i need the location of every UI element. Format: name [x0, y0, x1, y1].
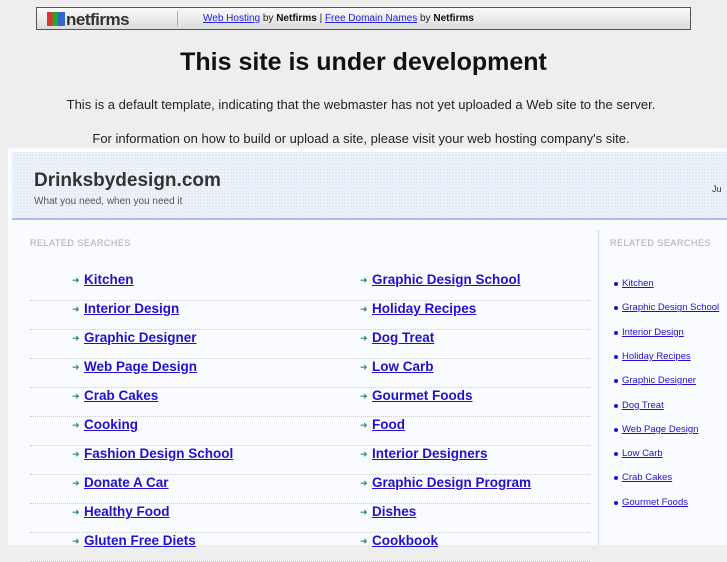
arrow-icon: ➜	[72, 536, 80, 546]
bullet-icon	[614, 403, 618, 408]
related-search-link[interactable]: Kitchen	[84, 272, 134, 287]
by-text: by	[420, 13, 431, 24]
sidebar-search-link[interactable]: Crab Cakes	[622, 472, 724, 483]
site-header: Drinksbydesign.com What you need, when y…	[12, 152, 727, 220]
related-search-row: ➜ Web Page Design ➜ Low Carb	[30, 359, 590, 388]
bullet-icon	[614, 500, 618, 505]
sidebar-search-link[interactable]: Gourmet Foods	[622, 497, 724, 508]
arrow-icon: ➜	[360, 449, 368, 459]
bullet-icon	[614, 452, 618, 457]
related-search-row: ➜ Graphic Designer ➜ Dog Treat	[30, 330, 590, 359]
related-search-link[interactable]: Holiday Recipes	[372, 301, 476, 316]
arrow-icon: ➜	[72, 478, 80, 488]
related-search-row: ➜ Fashion Design School ➜ Interior Designer…	[30, 446, 590, 475]
related-search-link[interactable]: Graphic Design Program	[372, 475, 531, 490]
sidebar-search-link[interactable]: Graphic Designer	[622, 375, 724, 386]
site-name[interactable]: Drinksbydesign.com	[34, 170, 221, 192]
related-search-link[interactable]: Dog Treat	[372, 330, 434, 345]
related-search-link[interactable]: Cookbook	[372, 533, 438, 548]
pipe: |	[319, 13, 323, 24]
netfirms-banner: netfirms Web Hosting by Netfirms | Free …	[36, 7, 691, 30]
free-domain-names-link[interactable]: Free Domain Names	[325, 13, 417, 24]
related-search-link[interactable]: Fashion Design School	[84, 446, 233, 461]
sidebar-search-link[interactable]: Low Carb	[622, 448, 724, 459]
related-search-link[interactable]: Web Page Design	[84, 359, 197, 374]
arrow-icon: ➜	[360, 391, 368, 401]
related-search-row: ➜ Kitchen ➜ Graphic Design School	[30, 272, 590, 301]
parked-page: Drinksbydesign.com What you need, when y…	[8, 148, 727, 562]
arrow-icon: ➜	[360, 420, 368, 430]
related-search-row: ➜ Healthy Food ➜ Dishes	[30, 504, 590, 533]
related-search-link[interactable]: Donate A Car	[84, 475, 169, 490]
related-search-link[interactable]: Crab Cakes	[84, 388, 158, 403]
related-search-link[interactable]: Dishes	[372, 504, 416, 519]
arrow-icon: ➜	[72, 304, 80, 314]
sidebar-related-label: RELATED SEARCHES	[610, 238, 711, 248]
netfirms-text: Netfirms	[276, 13, 317, 24]
logo-text: netfirms	[66, 10, 130, 29]
related-search-link[interactable]: Graphic Design School	[372, 272, 521, 287]
arrow-icon: ➜	[72, 362, 80, 372]
bullet-icon	[614, 330, 618, 335]
info-text: For information on how to build or uploa…	[92, 131, 630, 146]
netfirms-logo[interactable]: netfirms	[47, 10, 130, 30]
arrow-icon: ➜	[72, 420, 80, 430]
intro-text: This is a default template, indicating t…	[66, 97, 656, 112]
related-search-link[interactable]: Graphic Designer	[84, 330, 197, 345]
related-search-link[interactable]: Cooking	[84, 417, 138, 432]
sidebar-search-link[interactable]: Web Page Design	[622, 424, 724, 435]
related-search-link[interactable]: Gourmet Foods	[372, 388, 473, 403]
netfirms-logo-icon	[47, 12, 65, 26]
related-search-row: ➜ Interior Design ➜ Holiday Recipes	[30, 301, 590, 330]
related-search-row: ➜ Gluten Free Diets ➜ Cookbook	[30, 533, 590, 562]
by-text: by	[262, 13, 274, 24]
column-divider	[598, 230, 599, 545]
arrow-icon: ➜	[360, 507, 368, 517]
page-title: This site is under development	[180, 48, 547, 76]
related-search-link[interactable]: Food	[372, 417, 405, 432]
related-search-row: ➜ Cooking ➜ Food	[30, 417, 590, 446]
bullet-icon	[614, 476, 618, 481]
web-hosting-link[interactable]: Web Hosting	[203, 13, 260, 24]
sidebar-search-link[interactable]: Graphic Design School	[622, 302, 724, 313]
sidebar-search-link[interactable]: Interior Design	[622, 327, 724, 338]
arrow-icon: ➜	[360, 362, 368, 372]
arrow-icon: ➜	[360, 333, 368, 343]
bullet-icon	[614, 427, 618, 432]
arrow-icon: ➜	[72, 333, 80, 343]
banner-links: Web Hosting by Netfirms | Free Domain Na…	[203, 13, 474, 24]
date-text: Ju	[712, 184, 722, 194]
bullet-icon	[614, 354, 618, 359]
sidebar-search-link[interactable]: Dog Treat	[622, 400, 724, 411]
arrow-icon: ➜	[360, 536, 368, 546]
bullet-icon	[614, 306, 618, 311]
arrow-icon: ➜	[72, 275, 80, 285]
related-search-row: ➜ Donate A Car ➜ Graphic Design Program	[30, 475, 590, 504]
arrow-icon: ➜	[360, 304, 368, 314]
related-search-row: ➜ Crab Cakes ➜ Gourmet Foods	[30, 388, 590, 417]
arrow-icon: ➜	[72, 449, 80, 459]
related-search-link[interactable]: Gluten Free Diets	[84, 533, 196, 548]
related-search-link[interactable]: Healthy Food	[84, 504, 170, 519]
bullet-icon	[614, 379, 618, 384]
arrow-icon: ➜	[72, 391, 80, 401]
bullet-icon	[614, 282, 618, 286]
sidebar-search-link[interactable]: Kitchen	[622, 278, 724, 289]
netfirms-text: Netfirms	[433, 13, 474, 24]
arrow-icon: ➜	[360, 275, 368, 285]
arrow-icon: ➜	[72, 507, 80, 517]
divider	[177, 11, 178, 26]
arrow-icon: ➜	[360, 478, 368, 488]
related-searches-label: RELATED SEARCHES	[30, 238, 131, 248]
sidebar-search-link[interactable]: Holiday Recipes	[622, 351, 724, 362]
site-tagline: What you need, when you need it	[34, 196, 183, 207]
related-search-link[interactable]: Interior Designers	[372, 446, 488, 461]
related-search-link[interactable]: Interior Design	[84, 301, 179, 316]
related-search-link[interactable]: Low Carb	[372, 359, 434, 374]
